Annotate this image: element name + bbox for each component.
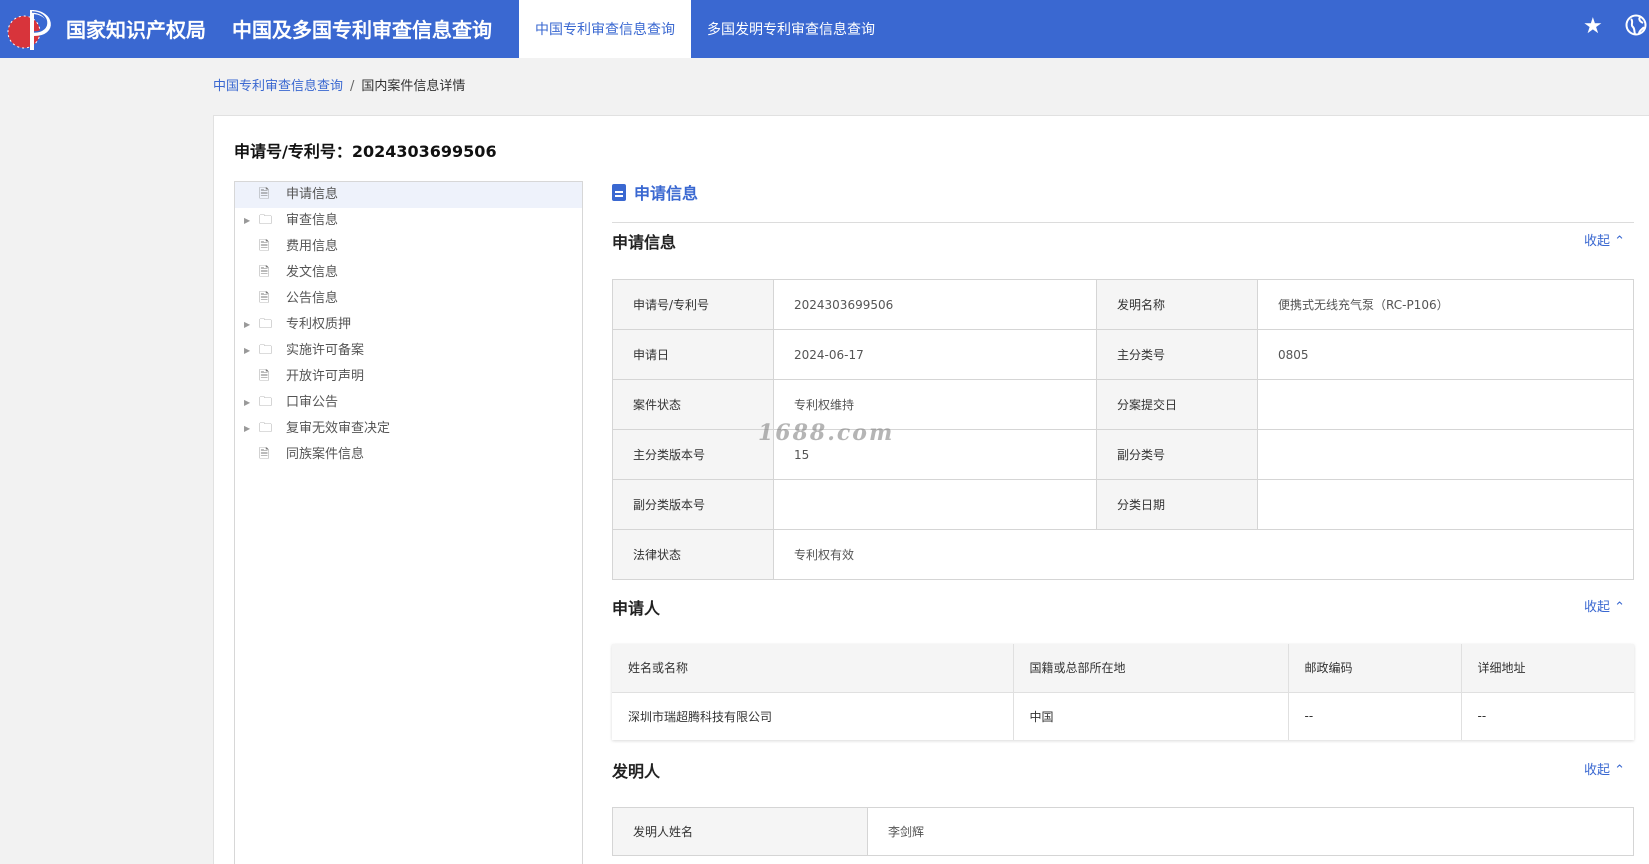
tab-multi-country-query[interactable]: 多国发明专利审查信息查询 xyxy=(691,0,891,58)
table-row: 深圳市瑞超腾科技有限公司 中国 -- -- xyxy=(612,691,1634,740)
breadcrumb-separator: / xyxy=(350,79,355,94)
cnipa-logo xyxy=(7,10,51,50)
chevron-up-icon: ⌃ xyxy=(1614,234,1626,249)
breadcrumb: 中国专利审查信息查询 / 国内案件信息详情 xyxy=(213,75,465,94)
section-title-application-info: 申请信息 xyxy=(612,233,677,252)
org-name: 国家知识产权局 xyxy=(66,18,206,42)
tree-item-patent-pledge[interactable]: ▶ 🗀 专利权质押 xyxy=(235,312,582,338)
collapse-applicant[interactable]: 收起 ⌃ xyxy=(1584,596,1625,615)
folder-icon: 🗀 xyxy=(259,343,273,358)
star-icon[interactable]: ★ xyxy=(1583,14,1603,39)
folder-icon: 🗀 xyxy=(259,213,273,228)
tree-item-examination-info[interactable]: ▶ 🗀 审查信息 xyxy=(235,208,582,234)
application-number-heading: 申请号/专利号：2024303699506 xyxy=(234,142,497,161)
tree-item-application-info[interactable]: 🗎 申请信息 xyxy=(235,182,582,208)
chevron-up-icon: ⌃ xyxy=(1614,763,1626,778)
tree-item-family-cases[interactable]: 🗎 同族案件信息 xyxy=(235,442,582,468)
collapse-application-info[interactable]: 收起 ⌃ xyxy=(1584,230,1625,249)
expand-arrow-icon[interactable]: ▶ xyxy=(244,390,250,416)
tree-item-announcement-info[interactable]: 🗎 公告信息 xyxy=(235,286,582,312)
table-row: 法律状态 专利权有效 xyxy=(612,529,1634,580)
file-icon: 🗎 xyxy=(259,265,270,280)
collapse-inventor[interactable]: 收起 ⌃ xyxy=(1584,759,1625,778)
system-name: 中国及多国专利审查信息查询 xyxy=(232,18,492,42)
tree-item-license-record[interactable]: ▶ 🗀 实施许可备案 xyxy=(235,338,582,364)
file-icon: 🗎 xyxy=(259,187,270,202)
file-icon: 🗎 xyxy=(259,239,270,254)
tree-item-open-license[interactable]: 🗎 开放许可声明 xyxy=(235,364,582,390)
folder-icon: 🗀 xyxy=(259,317,273,332)
expand-arrow-icon[interactable]: ▶ xyxy=(244,208,250,234)
table-row: 申请号/专利号 2024303699506 发明名称 便携式无线充气泵（RC-P… xyxy=(612,279,1634,330)
applicant-table: 姓名或名称 国籍或总部所在地 邮政编码 详细地址 深圳市瑞超腾科技有限公司 中国… xyxy=(612,644,1634,740)
watermark: 1688.com xyxy=(758,420,895,446)
table-row: 副分类版本号 分类日期 xyxy=(612,479,1634,530)
tree-item-oral-hearing[interactable]: ▶ 🗀 口审公告 xyxy=(235,390,582,416)
table-header-row: 姓名或名称 国籍或总部所在地 邮政编码 详细地址 xyxy=(612,644,1634,692)
folder-icon: 🗀 xyxy=(259,421,273,436)
section-title-applicant: 申请人 xyxy=(612,599,661,618)
divider xyxy=(612,222,1634,223)
detail-card: 申请号/专利号：2024303699506 🗎 申请信息 ▶ 🗀 审查信息 🗎 费用信息… xyxy=(213,115,1649,864)
breadcrumb-root-link[interactable]: 中国专利审查信息查询 xyxy=(213,79,343,94)
tree-item-fee-info[interactable]: 🗎 费用信息 xyxy=(235,234,582,260)
table-row: 申请日 2024-06-17 主分类号 0805 xyxy=(612,329,1634,380)
tree-item-reexam-decision[interactable]: ▶ 🗀 复审无效审查决定 xyxy=(235,416,582,442)
chevron-up-icon: ⌃ xyxy=(1614,600,1626,615)
section-title-inventor: 发明人 xyxy=(612,762,661,781)
expand-arrow-icon[interactable]: ▶ xyxy=(244,416,250,442)
expand-arrow-icon[interactable]: ▶ xyxy=(244,312,250,338)
file-icon: 🗎 xyxy=(259,291,270,306)
folder-icon: 🗀 xyxy=(259,395,273,410)
navigation-tree: 🗎 申请信息 ▶ 🗀 审查信息 🗎 费用信息 🗎 发文信息 🗎 公告信息 ▶ 🗀 专利权质押 ▶… xyxy=(234,181,583,864)
panel-title: 申请信息 xyxy=(612,180,698,204)
tab-china-patent-query[interactable]: 中国专利审查信息查询 xyxy=(519,0,691,58)
expand-arrow-icon[interactable]: ▶ xyxy=(244,338,250,364)
top-navigation-bar: 国家知识产权局 中国及多国专利审查信息查询 中国专利审查信息查询 多国发明专利审… xyxy=(0,0,1649,58)
tree-item-dispatch-info[interactable]: 🗎 发文信息 xyxy=(235,260,582,286)
file-icon: 🗎 xyxy=(259,447,270,462)
table-row: 发明人姓名 李剑辉 xyxy=(612,807,1634,856)
inventor-table: 发明人姓名 李剑辉 xyxy=(612,807,1634,856)
file-icon: 🗎 xyxy=(259,369,270,384)
breadcrumb-current: 国内案件信息详情 xyxy=(361,79,466,94)
document-icon xyxy=(612,183,626,201)
globe-icon[interactable] xyxy=(1625,14,1647,42)
